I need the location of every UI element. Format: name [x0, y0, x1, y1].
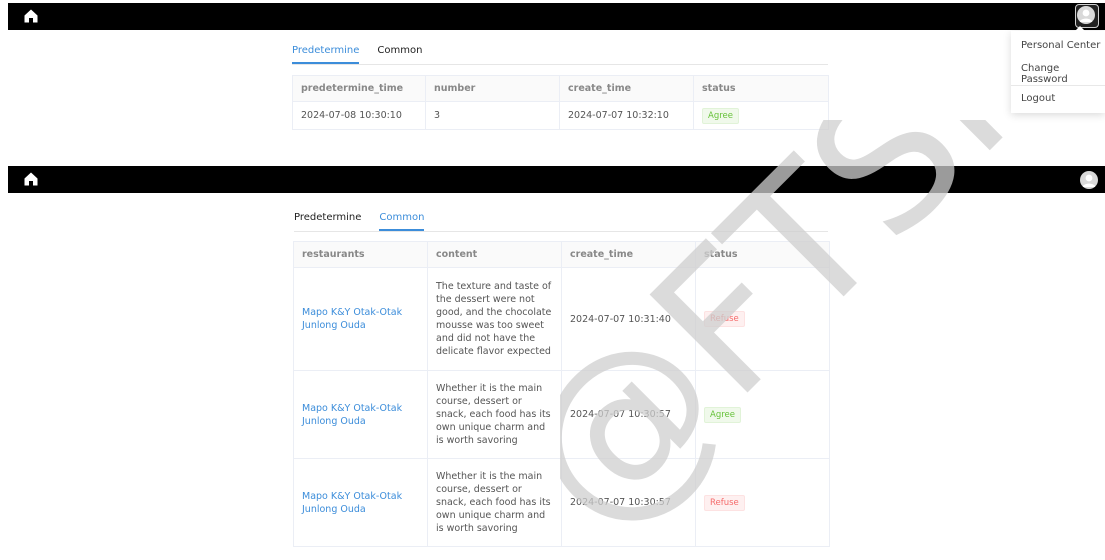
tab-predetermine[interactable]: Predetermine	[292, 44, 360, 64]
table-header-row: predetermine_time number create_time sta…	[292, 75, 829, 102]
column-header: create_time	[561, 241, 696, 268]
table-header-row: restaurants content create_time status	[293, 241, 830, 268]
status-cell: Agree	[693, 101, 829, 130]
table-row: Mapo K&Y Otak-Otak Junlong Ouda The text…	[293, 267, 830, 371]
avatar-icon[interactable]	[1080, 171, 1098, 189]
status-badge: Agree	[704, 406, 741, 423]
menu-item-logout[interactable]: Logout	[1021, 93, 1055, 104]
content-cell: Whether it is the main course, dessert o…	[427, 458, 562, 547]
restaurant-cell: Mapo K&Y Otak-Otak Junlong Ouda	[293, 267, 428, 371]
table-row: 2024-07-08 10:30:10 3 2024-07-07 10:32:1…	[292, 101, 829, 130]
restaurant-cell: Mapo K&Y Otak-Otak Junlong Ouda	[293, 370, 428, 459]
column-header: status	[693, 75, 829, 102]
tab-bar: Predetermine Common	[294, 211, 828, 232]
status-badge: Refuse	[704, 311, 745, 327]
menu-item-personal-center[interactable]: Personal Center	[1021, 40, 1100, 51]
top-navbar	[8, 3, 1105, 30]
menu-item-change-password[interactable]: Change Password	[1021, 63, 1105, 85]
tab-bar: Predetermine Common	[292, 44, 828, 65]
status-cell: Refuse	[695, 458, 830, 547]
restaurant-cell: Mapo K&Y Otak-Otak Junlong Ouda	[293, 458, 428, 547]
number-cell: 3	[425, 101, 560, 130]
user-dropdown-menu: Personal Center Change Password Logout	[1011, 26, 1105, 113]
column-header: number	[425, 75, 560, 102]
table-row: Mapo K&Y Otak-Otak Junlong Ouda Whether …	[293, 458, 830, 547]
reservations-table: predetermine_time number create_time sta…	[292, 75, 829, 130]
home-icon[interactable]	[23, 8, 39, 24]
status-badge: Refuse	[704, 494, 745, 511]
restaurant-link[interactable]: Mapo K&Y Otak-Otak Junlong Ouda	[302, 491, 402, 515]
tab-common[interactable]: Common	[379, 211, 425, 231]
column-header: content	[427, 241, 562, 268]
column-header: restaurants	[293, 241, 428, 268]
top-navbar	[8, 166, 1105, 193]
content-cell: The texture and taste of the dessert wer…	[427, 267, 562, 371]
predetermine-time-cell: 2024-07-08 10:30:10	[292, 101, 426, 130]
home-icon[interactable]	[23, 171, 39, 187]
menu-divider	[1011, 85, 1105, 86]
tab-common[interactable]: Common	[377, 44, 422, 64]
create-time-cell: 2024-07-07 10:31:40	[561, 267, 696, 371]
status-cell: Refuse	[695, 267, 830, 371]
create-time-cell: 2024-07-07 10:32:10	[559, 101, 694, 130]
column-header: predetermine_time	[292, 75, 426, 102]
column-header: create_time	[559, 75, 694, 102]
table-row: Mapo K&Y Otak-Otak Junlong Ouda Whether …	[293, 370, 830, 459]
content-cell: Whether it is the main course, dessert o…	[427, 370, 562, 459]
create-time-cell: 2024-07-07 10:30:57	[561, 458, 696, 547]
create-time-cell: 2024-07-07 10:30:57	[561, 370, 696, 459]
dropdown-arrow	[1075, 26, 1085, 31]
restaurant-link[interactable]: Mapo K&Y Otak-Otak Junlong Ouda	[302, 307, 402, 331]
column-header: status	[695, 241, 830, 268]
avatar-icon	[1077, 6, 1095, 24]
status-badge: Agree	[702, 107, 739, 124]
restaurant-link[interactable]: Mapo K&Y Otak-Otak Junlong Ouda	[302, 403, 402, 427]
status-cell: Agree	[695, 370, 830, 459]
comments-table: restaurants content create_time status M…	[293, 241, 830, 547]
tab-predetermine[interactable]: Predetermine	[294, 211, 361, 231]
avatar-button[interactable]	[1075, 4, 1099, 28]
